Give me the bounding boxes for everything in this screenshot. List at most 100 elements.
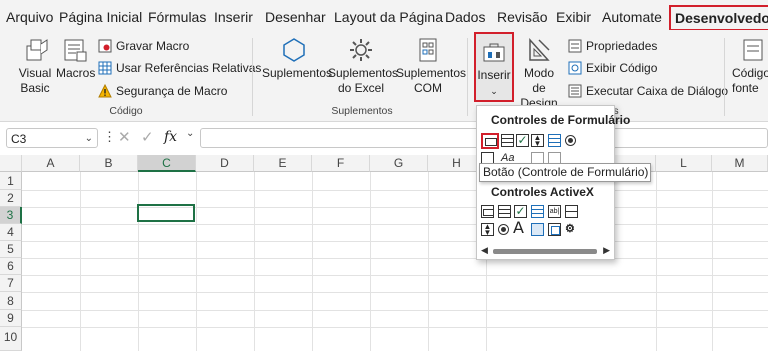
gridline bbox=[312, 172, 313, 351]
row-header-5[interactable]: 5 bbox=[0, 241, 22, 258]
activex-toggle-button-icon[interactable] bbox=[548, 223, 561, 236]
tab-arquivo[interactable]: Arquivo bbox=[6, 0, 53, 30]
dropdown-scrollbar[interactable]: ◀ ▶ bbox=[481, 245, 610, 256]
activex-text-box-icon[interactable]: ab| bbox=[548, 205, 561, 218]
activex-image-icon[interactable] bbox=[531, 223, 544, 236]
visual-basic-label: Visual Basic bbox=[18, 66, 52, 95]
tab-formulas[interactable]: Fórmulas bbox=[148, 0, 206, 30]
macros-button[interactable]: Macros bbox=[56, 36, 96, 81]
seguranca-label: Segurança de Macro bbox=[116, 84, 228, 98]
suplementos-excel-label: Suplementos do Excel bbox=[328, 66, 399, 95]
column-header-e[interactable]: E bbox=[254, 155, 312, 172]
form-checkbox-icon[interactable]: ✓ bbox=[516, 134, 529, 147]
inserir-controles-button[interactable]: Inserir ⌄ bbox=[474, 32, 514, 102]
activex-scroll-bar-icon[interactable] bbox=[565, 205, 578, 218]
propriedades-label: Propriedades bbox=[586, 39, 658, 53]
activex-label-icon[interactable]: A bbox=[513, 220, 529, 236]
executar-caixa-dialogo-button[interactable]: Executar Caixa de Diálogo bbox=[568, 83, 728, 99]
suplementos-icon bbox=[283, 38, 305, 62]
scrollbar-thumb[interactable] bbox=[493, 249, 597, 254]
active-cell-c3[interactable] bbox=[137, 204, 195, 222]
suplementos-button[interactable]: Suplementos bbox=[262, 36, 332, 81]
row-header-4[interactable]: 4 bbox=[0, 224, 22, 241]
tab-desenhar[interactable]: Desenhar bbox=[265, 0, 326, 30]
activex-spin-button-icon[interactable]: ▲ ▼ bbox=[481, 223, 494, 237]
relative-references-icon bbox=[98, 61, 112, 75]
row-header-8[interactable]: 8 bbox=[0, 292, 22, 310]
activex-checkbox-icon[interactable]: ✓ bbox=[514, 205, 527, 218]
more-controls-icon[interactable]: ⚙ bbox=[565, 223, 578, 236]
tab-pagina-inicial[interactable]: Página Inicial bbox=[59, 0, 142, 30]
scroll-right-icon[interactable]: ▶ bbox=[603, 245, 610, 256]
tab-desenvolvedor[interactable]: Desenvolvedor bbox=[669, 5, 768, 31]
tab-revisao[interactable]: Revisão bbox=[497, 0, 548, 30]
gridline bbox=[138, 172, 139, 351]
row-header-2[interactable]: 2 bbox=[0, 190, 22, 207]
column-header-b[interactable]: B bbox=[80, 155, 138, 172]
form-button-control-icon[interactable] bbox=[481, 133, 499, 149]
control-tooltip: Botão (Controle de Formulário) bbox=[479, 163, 651, 182]
activex-command-button-icon[interactable] bbox=[481, 205, 494, 218]
seguranca-macro-button[interactable]: Segurança de Macro bbox=[98, 83, 227, 99]
chevron-down-icon: ⌄ bbox=[490, 86, 498, 96]
select-all-corner[interactable] bbox=[0, 155, 22, 172]
properties-icon bbox=[568, 39, 582, 53]
ribbon-panel: Visual Basic Macros Gravar Macro Usar Re… bbox=[0, 30, 768, 122]
gravar-macro-button[interactable]: Gravar Macro bbox=[98, 38, 189, 54]
cancel-icon[interactable]: ✕ bbox=[118, 128, 131, 146]
inserir-label: Inserir bbox=[477, 68, 511, 82]
group-separator bbox=[724, 38, 725, 116]
formula-bar: C3 ⌄ ⋮ ✕ ✓ fx ⌄ bbox=[0, 126, 768, 150]
column-header-g[interactable]: G bbox=[370, 155, 428, 172]
row-header-6[interactable]: 6 bbox=[0, 258, 22, 275]
name-box[interactable]: C3 ⌄ bbox=[6, 128, 98, 148]
activex-option-button-icon[interactable] bbox=[498, 224, 509, 235]
row-header-1[interactable]: 1 bbox=[0, 172, 22, 190]
tab-dados[interactable]: Dados bbox=[445, 0, 485, 30]
column-header-a[interactable]: A bbox=[22, 155, 80, 172]
column-header-f[interactable]: F bbox=[312, 155, 370, 172]
form-combo-box-icon[interactable] bbox=[501, 134, 514, 147]
tab-layout-da-pagina[interactable]: Layout da Página bbox=[334, 0, 443, 30]
macros-icon bbox=[64, 39, 87, 62]
scroll-left-icon[interactable]: ◀ bbox=[481, 245, 488, 256]
form-list-box-icon[interactable] bbox=[548, 134, 561, 147]
exibir-codigo-button[interactable]: Exibir Código bbox=[568, 60, 657, 76]
row-header-10[interactable]: 10 bbox=[0, 327, 22, 351]
enter-icon[interactable]: ✓ bbox=[141, 128, 154, 146]
record-macro-icon bbox=[98, 39, 112, 53]
view-code-icon bbox=[568, 61, 582, 75]
gridline bbox=[22, 327, 768, 328]
column-header-d[interactable]: D bbox=[196, 155, 254, 172]
more-options-icon[interactable]: ⋮ bbox=[103, 129, 116, 145]
chevron-down-icon: ⌄ bbox=[186, 128, 195, 139]
propriedades-button[interactable]: Propriedades bbox=[568, 38, 657, 54]
gridline bbox=[22, 224, 768, 225]
row-header-7[interactable]: 7 bbox=[0, 275, 22, 292]
activex-list-box-icon[interactable] bbox=[531, 205, 544, 218]
suplementos-excel-button[interactable]: Suplementos do Excel bbox=[328, 36, 398, 96]
row-header-3[interactable]: 3 bbox=[0, 207, 22, 224]
gridline bbox=[22, 241, 768, 242]
form-spin-button-icon[interactable]: ▲ ▼ bbox=[531, 134, 544, 148]
column-header-m[interactable]: M bbox=[712, 155, 768, 172]
gridline bbox=[712, 172, 713, 351]
macros-label: Macros bbox=[56, 66, 96, 80]
column-header-c[interactable]: C bbox=[138, 155, 196, 172]
suplementos-com-button[interactable]: Suplementos COM bbox=[396, 36, 466, 96]
gravar-macro-label: Gravar Macro bbox=[116, 39, 190, 53]
row-header-9[interactable]: 9 bbox=[0, 310, 22, 327]
codigo-fonte-button[interactable]: Código fonte bbox=[732, 36, 768, 96]
group-separator bbox=[252, 38, 253, 116]
form-option-button-icon[interactable] bbox=[565, 135, 576, 146]
modo-design-button[interactable]: Modo de Design bbox=[516, 36, 562, 111]
column-header-l[interactable]: L bbox=[656, 155, 712, 172]
activex-combo-box-icon[interactable] bbox=[498, 205, 511, 218]
tab-exibir[interactable]: Exibir bbox=[556, 0, 591, 30]
tab-automate[interactable]: Automate bbox=[602, 0, 662, 30]
referencias-relativas-button[interactable]: Usar Referências Relativas bbox=[98, 60, 261, 76]
executar-label: Executar Caixa de Diálogo bbox=[586, 84, 729, 98]
tab-inserir[interactable]: Inserir bbox=[214, 0, 253, 30]
insert-function-icon[interactable]: fx bbox=[164, 129, 177, 145]
visual-basic-button[interactable]: Visual Basic bbox=[14, 36, 56, 96]
